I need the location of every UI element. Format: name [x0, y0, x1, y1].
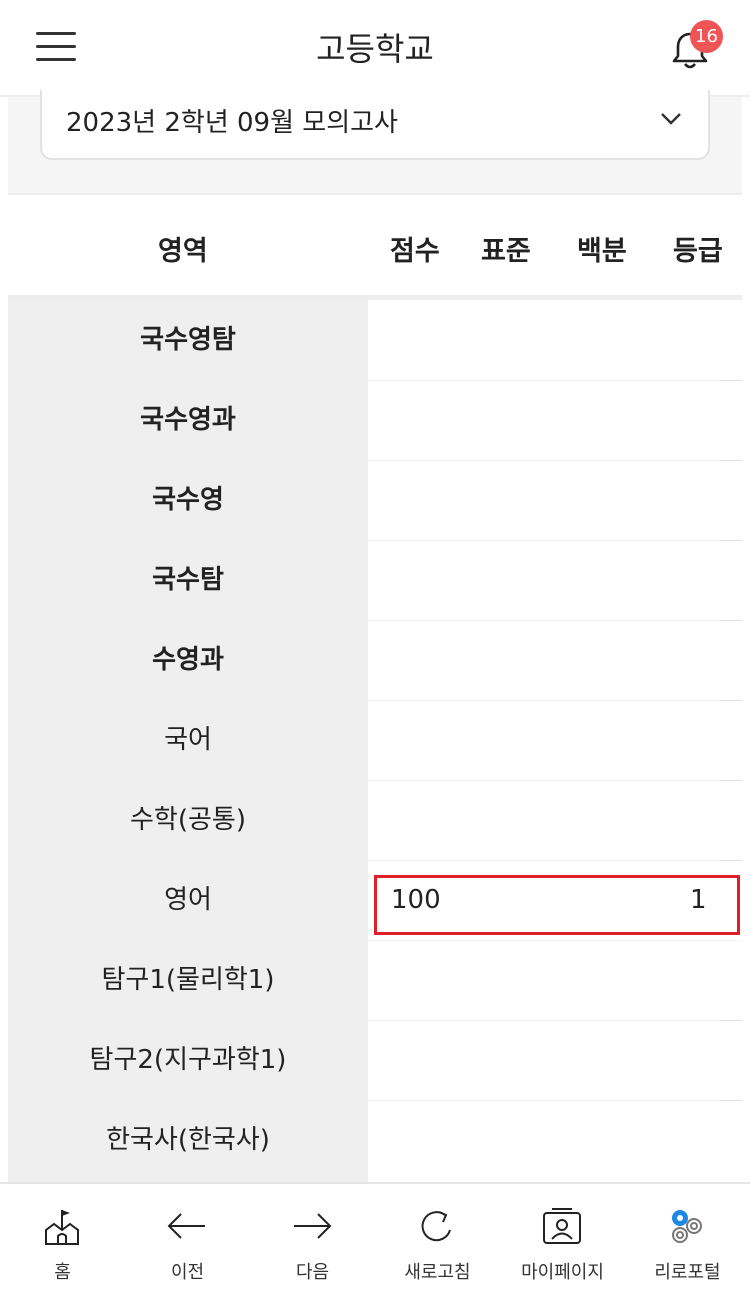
- header-percentile: 백분: [577, 236, 627, 267]
- table-row: 국어: [164, 725, 212, 755]
- table-row: 국수영과: [140, 405, 236, 435]
- app-header: 고등학교 16: [0, 0, 750, 97]
- table-row: 한국사(한국사): [106, 1125, 270, 1155]
- nav-portal[interactable]: 리로포털: [625, 1184, 750, 1293]
- english-grade: 1: [690, 885, 707, 915]
- nav-refresh[interactable]: 새로고침: [375, 1184, 500, 1293]
- refresh-icon: [421, 1211, 451, 1242]
- nav-prev-label: 이전: [170, 1262, 205, 1283]
- nav-portal-label: 리로포털: [654, 1262, 721, 1283]
- page-title: 고등학교: [316, 30, 434, 68]
- nav-mypage[interactable]: 마이페이지: [500, 1184, 625, 1293]
- row-divider: [368, 380, 742, 381]
- nav-refresh-label: 새로고침: [404, 1262, 471, 1283]
- table-header: 영역 점수 표준 백분 등급: [8, 193, 742, 300]
- nav-prev[interactable]: 이전: [125, 1184, 250, 1293]
- row-divider: [368, 540, 742, 541]
- exam-select[interactable]: 2023년 2학년 09월 모의고사: [40, 90, 710, 160]
- header-standard: 표준: [481, 236, 531, 267]
- portal-icon: [672, 1210, 702, 1243]
- row-divider: [368, 940, 742, 941]
- row-divider: [368, 700, 742, 701]
- profile-card-icon: [543, 1208, 581, 1244]
- nav-home[interactable]: 홈: [0, 1184, 125, 1293]
- bottom-nav: 홈 이전 다음 새로고침 마이페이지 리로포털: [0, 1182, 750, 1293]
- score-table: 국수영탐 국수영과 국수영 국수탐 수영과 국어 수학(공통) 영어 탐구1(물…: [8, 300, 742, 1182]
- table-row: 국수영: [152, 485, 224, 515]
- school-home-icon: [45, 1210, 79, 1245]
- table-row: 국수영탐: [140, 325, 236, 355]
- header-grade: 등급: [673, 236, 723, 267]
- arrow-right-icon: [294, 1213, 332, 1239]
- nav-mypage-label: 마이페이지: [521, 1262, 604, 1283]
- table-row: 수영과: [152, 645, 224, 675]
- row-divider: [368, 460, 742, 461]
- table-row: 탐구1(물리학1): [101, 965, 275, 995]
- chevron-down-icon: [661, 113, 681, 125]
- notification-badge: 16: [690, 20, 723, 53]
- table-row: 수학(공통): [130, 805, 246, 835]
- english-score: 100: [391, 885, 441, 915]
- header-score: 점수: [390, 236, 440, 267]
- header-area: 영역: [158, 236, 208, 267]
- row-divider: [368, 860, 742, 861]
- row-divider: [368, 1100, 742, 1101]
- nav-home-label: 홈: [54, 1262, 71, 1283]
- table-row: 영어: [164, 885, 212, 915]
- row-divider: [368, 620, 742, 621]
- table-row: 국수탐: [152, 565, 224, 595]
- row-divider: [368, 780, 742, 781]
- table-row: 탐구2(지구과학1): [89, 1045, 287, 1075]
- nav-next-label: 다음: [295, 1262, 330, 1283]
- nav-next[interactable]: 다음: [250, 1184, 375, 1293]
- exam-select-value: 2023년 2학년 09월 모의고사: [66, 108, 398, 138]
- row-divider: [368, 1020, 742, 1021]
- arrow-left-icon: [167, 1213, 205, 1239]
